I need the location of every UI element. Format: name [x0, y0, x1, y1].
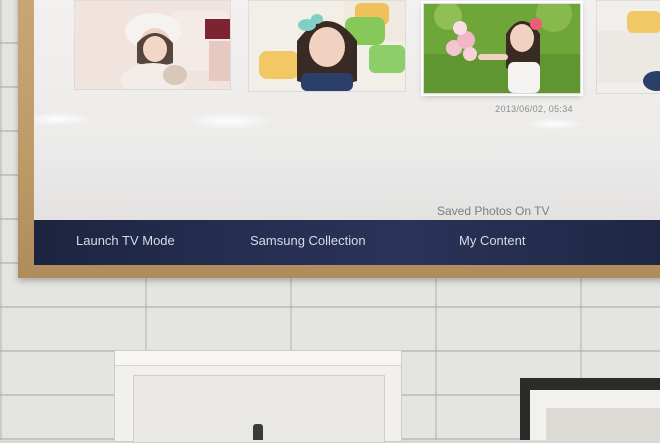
bottom-nav-bar: Launch TV Mode Samsung Collection My Con…	[34, 220, 660, 265]
box-lip	[115, 351, 401, 366]
picture-frame	[520, 378, 660, 440]
picture-frame-art	[546, 408, 660, 440]
nav-samsung-collection[interactable]: Samsung Collection	[250, 233, 366, 248]
photo-image	[249, 1, 405, 91]
screen-glare	[184, 112, 274, 130]
photo-thumbnail-selected[interactable]	[423, 3, 581, 94]
nav-my-content[interactable]: My Content	[459, 233, 525, 248]
tv-screen: 2013/06/02, 05:34 Saved Photos On TV Lau…	[34, 0, 660, 265]
saved-photos-label[interactable]: Saved Photos On TV	[437, 204, 550, 218]
screen-glare	[34, 112, 94, 126]
photo-image	[424, 4, 580, 93]
photo-timestamp: 2013/06/02, 05:34	[495, 104, 573, 114]
screen-glare	[524, 118, 584, 130]
photo-image	[75, 1, 230, 89]
knob	[253, 424, 263, 440]
nav-launch-tv-mode[interactable]: Launch TV Mode	[76, 233, 175, 248]
photo-thumbnail[interactable]	[248, 0, 406, 92]
photo-thumbnail[interactable]	[596, 0, 660, 94]
photo-thumbnail[interactable]	[74, 0, 231, 90]
photo-image	[597, 1, 660, 93]
